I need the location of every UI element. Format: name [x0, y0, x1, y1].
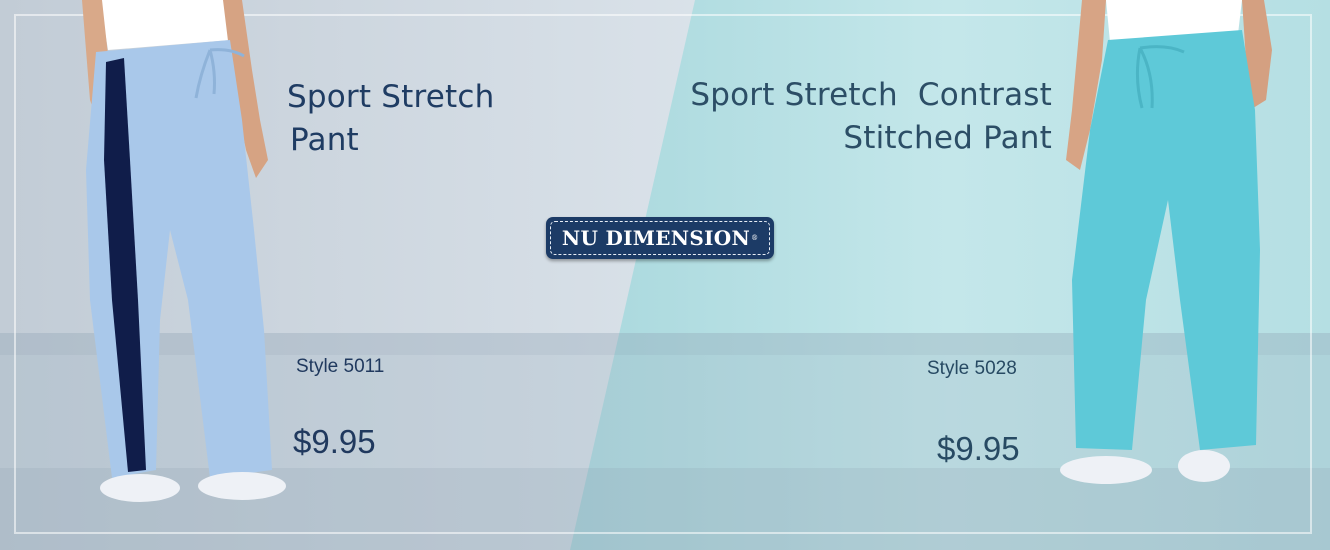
product-title-left: Sport Stretch Pant [287, 76, 495, 162]
logo-stitch-border: NU DIMENSION ® [550, 221, 770, 255]
product-style-right: Style 5028 [927, 358, 1017, 379]
product-title-line: Pant [290, 122, 359, 158]
logo-text: NU DIMENSION [561, 226, 751, 250]
product-title-right: Sport Stretch Contrast Stitched Pant [690, 74, 1052, 160]
product-title-line: Sport Stretch Contrast [690, 77, 1052, 113]
left-shoe [1060, 456, 1152, 484]
product-title-line: Sport Stretch [287, 79, 495, 115]
pants [1072, 30, 1260, 450]
product-price-left: $9.95 [293, 423, 376, 460]
right-shoe [198, 472, 286, 500]
product-image-right [1060, 0, 1272, 484]
product-image-left [82, 0, 286, 502]
product-style-left: Style 5011 [296, 356, 385, 377]
right-shoe [1178, 450, 1230, 482]
product-banner: Sport Stretch Pant Style 5011 $9.95 Spor… [0, 0, 1330, 550]
brand-logo: NU DIMENSION ® [546, 217, 774, 259]
registered-mark: ® [751, 234, 759, 242]
product-title-line: Stitched Pant [843, 120, 1052, 156]
left-shoe [100, 474, 180, 502]
product-price-right: $9.95 [937, 430, 1020, 467]
